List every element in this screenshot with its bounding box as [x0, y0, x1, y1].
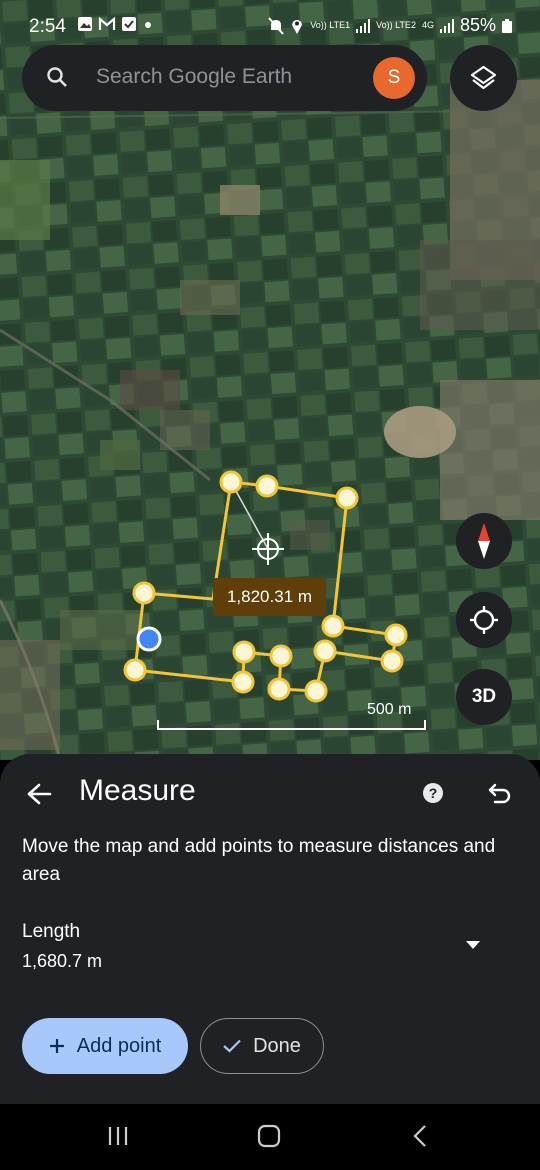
- length-value: 1,680.7 m: [22, 951, 103, 971]
- layers-icon: [470, 65, 497, 90]
- back-button[interactable]: [411, 1124, 431, 1153]
- search-icon[interactable]: [46, 66, 68, 88]
- signal-bars-icon: [439, 18, 454, 33]
- dot-icon: [145, 22, 151, 28]
- recents-icon: [108, 1127, 128, 1145]
- add-point-label: Add point: [76, 1034, 162, 1057]
- satellite-imagery: [0, 0, 540, 760]
- home-button[interactable]: [257, 1124, 281, 1153]
- map-view[interactable]: 2:54 Vo)) LTE1 Vo)) LTE2 4G 85% Search G…: [0, 0, 540, 760]
- compass-icon: [478, 523, 490, 559]
- length-label: Length: [22, 921, 81, 942]
- undo-icon[interactable]: [487, 781, 513, 805]
- location-icon: [292, 19, 303, 34]
- plus-icon: [49, 1039, 64, 1053]
- scale-label: 500 m: [367, 701, 412, 718]
- measure-sheet: Measure ? Move the map and add points to…: [0, 754, 540, 1104]
- check-icon: [223, 1039, 241, 1053]
- mute-icon: [268, 16, 284, 35]
- avatar[interactable]: S: [373, 57, 415, 99]
- layers-button[interactable]: [450, 45, 517, 111]
- toggle-3d-button[interactable]: 3D: [456, 669, 512, 725]
- search-input[interactable]: Search Google Earth: [96, 65, 292, 89]
- checkbox-notification-icon: [122, 17, 136, 31]
- gallery-icon: [78, 17, 92, 31]
- back-nav-icon: [413, 1125, 426, 1147]
- battery-icon: [502, 18, 512, 33]
- instructions-text: Move the map and add points to measure d…: [22, 836, 496, 885]
- network-type: 4G: [421, 20, 434, 30]
- recents-button[interactable]: [106, 1124, 130, 1153]
- measurement-label: 1,820.31 m: [213, 578, 326, 616]
- sim2-signal: Vo)) LTE2: [376, 20, 416, 30]
- my-location-icon: [470, 606, 498, 634]
- done-button[interactable]: Done: [200, 1018, 324, 1074]
- clock: 2:54: [29, 16, 66, 37]
- search-bar[interactable]: Search Google Earth S: [22, 45, 427, 111]
- system-nav-bar: [0, 1104, 540, 1170]
- sim1-signal: Vo)) LTE1: [310, 20, 351, 30]
- home-icon: [257, 1124, 281, 1148]
- compass-button[interactable]: [456, 513, 512, 569]
- dropdown-arrow-icon[interactable]: [466, 941, 480, 950]
- sheet-title: Measure: [79, 774, 196, 807]
- done-label: Done: [253, 1034, 301, 1057]
- signal-bars-icon: [356, 18, 371, 33]
- gmail-icon: [98, 16, 116, 30]
- battery-percent: 85%: [459, 15, 496, 35]
- help-icon[interactable]: ?: [423, 783, 443, 803]
- my-location-button[interactable]: [456, 592, 512, 648]
- my-location-dot: [136, 626, 162, 652]
- back-arrow-icon[interactable]: [26, 782, 52, 806]
- add-point-button[interactable]: Add point: [22, 1018, 188, 1074]
